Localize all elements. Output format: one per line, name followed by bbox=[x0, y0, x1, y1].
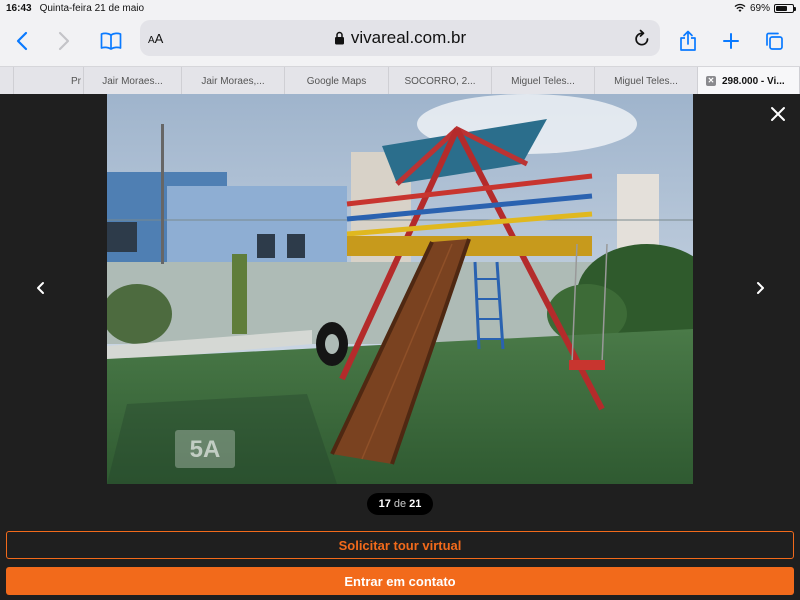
new-tab-button[interactable] bbox=[720, 16, 742, 66]
bookmarks-button[interactable] bbox=[98, 16, 124, 66]
forward-icon bbox=[58, 31, 70, 51]
gallery-photo[interactable]: 5A bbox=[107, 94, 693, 484]
tab-label: 298.000 - Vi... bbox=[722, 75, 785, 87]
tab-item[interactable]: Miguel Teles... bbox=[492, 67, 595, 95]
tab-item[interactable] bbox=[0, 67, 14, 95]
lock-icon bbox=[334, 31, 344, 45]
tab-label: SOCORRO, 2... bbox=[404, 75, 476, 87]
url-display[interactable]: vivareal.com.br bbox=[140, 28, 660, 48]
tab-item[interactable]: Jair Moraes... bbox=[84, 67, 182, 95]
battery-fill bbox=[776, 5, 788, 11]
tab-item[interactable]: Pr bbox=[14, 67, 84, 95]
tabs-overview-icon bbox=[766, 32, 783, 50]
back-button[interactable] bbox=[10, 16, 34, 66]
address-bar[interactable]: AA vivareal.com.br bbox=[140, 20, 660, 56]
reload-icon bbox=[635, 29, 649, 46]
counter-total: 21 bbox=[409, 498, 422, 510]
tab-bar: Pr Jair Moraes... Jair Moraes,... Google… bbox=[0, 66, 800, 95]
virtual-tour-button[interactable]: Solicitar tour virtual bbox=[6, 531, 794, 559]
next-photo-button[interactable] bbox=[752, 280, 768, 296]
tabs-overview-button[interactable] bbox=[762, 16, 786, 66]
photo-gallery: 5A 17 de 21 bbox=[0, 94, 800, 530]
tab-item[interactable]: Miguel Teles... bbox=[595, 67, 698, 95]
chevron-left-icon bbox=[37, 282, 44, 294]
previous-photo-button[interactable] bbox=[33, 280, 49, 296]
url-text: vivareal.com.br bbox=[350, 28, 467, 47]
counter-separator: de bbox=[393, 498, 407, 510]
tab-item[interactable]: Google Maps bbox=[285, 67, 389, 95]
tab-label: Pr bbox=[71, 75, 81, 87]
back-icon bbox=[16, 31, 28, 51]
chevron-right-icon bbox=[757, 282, 764, 294]
tab-item-active[interactable]: ✕ 298.000 - Vi... bbox=[698, 67, 800, 95]
tab-close-icon[interactable]: ✕ bbox=[706, 76, 716, 86]
tab-label: Jair Moraes,... bbox=[201, 75, 265, 87]
share-button[interactable] bbox=[676, 16, 700, 66]
wifi-icon bbox=[734, 3, 746, 12]
reload-button[interactable] bbox=[634, 29, 650, 52]
share-icon bbox=[680, 30, 696, 51]
battery-icon bbox=[774, 3, 796, 13]
tab-label: Miguel Teles... bbox=[614, 75, 678, 87]
photo-counter: 17 de 21 bbox=[367, 493, 433, 515]
tab-label: Miguel Teles... bbox=[511, 75, 575, 87]
status-bar: 16:43 Quinta-feira 21 de maio 69% bbox=[0, 0, 800, 16]
status-right: 69% bbox=[734, 2, 796, 14]
watermark-logo: 5A bbox=[190, 436, 221, 463]
bookmarks-icon bbox=[100, 32, 122, 50]
tab-item[interactable]: SOCORRO, 2... bbox=[389, 67, 492, 95]
tab-item[interactable]: Jair Moraes,... bbox=[182, 67, 285, 95]
forward-button[interactable] bbox=[52, 16, 76, 66]
new-tab-icon bbox=[723, 33, 739, 49]
close-icon bbox=[771, 107, 785, 121]
counter-current: 17 bbox=[378, 498, 391, 510]
battery-percent: 69% bbox=[749, 2, 770, 14]
status-date: Quinta-feira 21 de maio bbox=[39, 2, 145, 14]
browser-toolbar: AA vivareal.com.br bbox=[0, 16, 800, 66]
tab-label: Google Maps bbox=[306, 75, 367, 87]
tab-label: Jair Moraes... bbox=[102, 75, 163, 87]
safari-window: 16:43 Quinta-feira 21 de maio 69% AA viv… bbox=[0, 0, 800, 600]
playground-photo: 5A bbox=[107, 94, 693, 484]
status-time: 16:43 bbox=[6, 2, 32, 14]
contact-button[interactable]: Entrar em contato bbox=[6, 567, 794, 595]
gallery-close-button[interactable] bbox=[768, 104, 788, 124]
